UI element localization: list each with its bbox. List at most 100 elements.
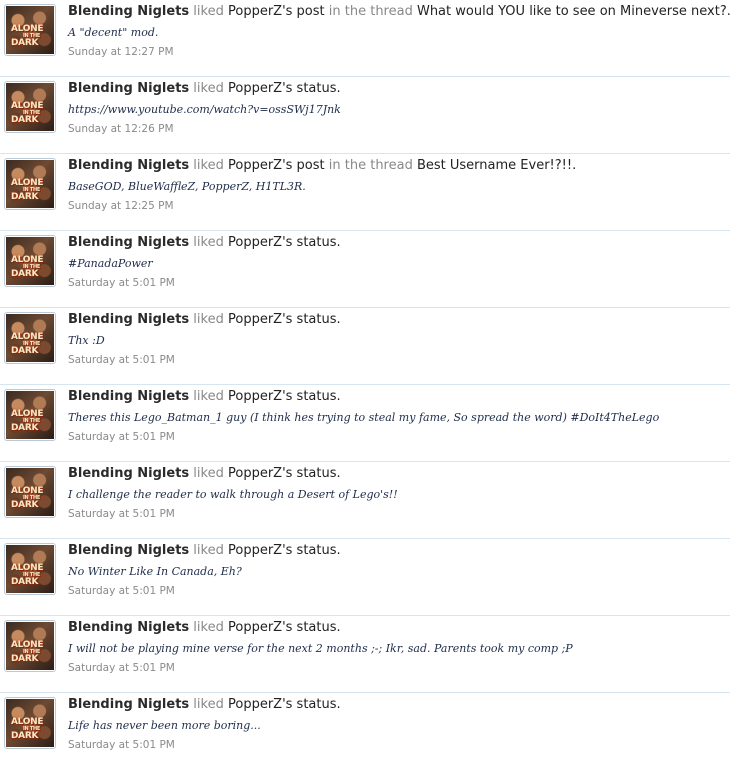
content-link[interactable]: PopperZ's status. <box>228 389 341 404</box>
timestamp: Saturday at 5:01 PM <box>68 585 175 597</box>
username-link[interactable]: Blending Niglets <box>68 466 189 481</box>
activity-line: Blending Niglets liked PopperZ's status. <box>68 620 341 635</box>
content-link[interactable]: PopperZ's post <box>228 4 325 19</box>
content-link[interactable]: PopperZ's status. <box>228 312 341 327</box>
avatar-logo: ALONE IN THE DARK <box>11 640 44 664</box>
timestamp: Saturday at 5:01 PM <box>68 662 175 674</box>
action-verb: liked <box>193 620 224 635</box>
avatar-image: ALONE IN THE DARK <box>6 160 54 208</box>
avatar-image: ALONE IN THE DARK <box>6 6 54 54</box>
feed-item: ALONE IN THE DARK Blending Niglets liked… <box>0 385 730 462</box>
content-snippet: I will not be playing mine verse for the… <box>68 642 573 655</box>
avatar-logo: ALONE IN THE DARK <box>11 486 44 510</box>
content-snippet: Thx :D <box>68 334 105 347</box>
username-link[interactable]: Blending Niglets <box>68 235 189 250</box>
content-snippet: Theres this Lego_Batman_1 guy (I think h… <box>68 411 660 424</box>
action-verb: liked <box>193 81 224 96</box>
avatar-image: ALONE IN THE DARK <box>6 237 54 285</box>
avatar[interactable]: ALONE IN THE DARK <box>4 235 56 287</box>
username-link[interactable]: Blending Niglets <box>68 620 189 635</box>
content-snippet: #PanadaPower <box>68 257 153 270</box>
activity-line: Blending Niglets liked PopperZ's status. <box>68 312 341 327</box>
avatar[interactable]: ALONE IN THE DARK <box>4 466 56 518</box>
username-link[interactable]: Blending Niglets <box>68 543 189 558</box>
avatar-logo: ALONE IN THE DARK <box>11 332 44 356</box>
activity-line: Blending Niglets liked PopperZ's status. <box>68 543 341 558</box>
content-snippet: A "decent" mod. <box>68 26 159 39</box>
avatar[interactable]: ALONE IN THE DARK <box>4 81 56 133</box>
avatar-image: ALONE IN THE DARK <box>6 545 54 593</box>
avatar-image: ALONE IN THE DARK <box>6 314 54 362</box>
timestamp: Saturday at 5:01 PM <box>68 354 175 366</box>
action-verb: liked <box>193 543 224 558</box>
feed-item: ALONE IN THE DARK Blending Niglets liked… <box>0 539 730 616</box>
activity-line: Blending Niglets liked PopperZ's post in… <box>68 4 731 19</box>
avatar[interactable]: ALONE IN THE DARK <box>4 312 56 364</box>
feed-item: ALONE IN THE DARK Blending Niglets liked… <box>0 0 731 77</box>
feed-item: ALONE IN THE DARK Blending Niglets liked… <box>0 154 730 231</box>
content-link[interactable]: PopperZ's post <box>228 158 325 173</box>
activity-line: Blending Niglets liked PopperZ's status. <box>68 235 341 250</box>
activity-line: Blending Niglets liked PopperZ's status. <box>68 697 341 712</box>
content-snippet: BaseGOD, BlueWaffleZ, PopperZ, H1TL3R. <box>68 180 306 193</box>
avatar-logo: ALONE IN THE DARK <box>11 409 44 433</box>
thread-link[interactable]: What would YOU like to see on Mineverse … <box>417 4 731 19</box>
avatar-logo: ALONE IN THE DARK <box>11 255 44 279</box>
feed-item: ALONE IN THE DARK Blending Niglets liked… <box>0 693 730 770</box>
avatar[interactable]: ALONE IN THE DARK <box>4 158 56 210</box>
content-link[interactable]: PopperZ's status. <box>228 543 341 558</box>
action-verb: liked <box>193 466 224 481</box>
avatar-logo: ALONE IN THE DARK <box>11 717 44 741</box>
avatar[interactable]: ALONE IN THE DARK <box>4 620 56 672</box>
action-verb: liked <box>193 697 224 712</box>
action-verb: liked <box>193 4 224 19</box>
feed-item: ALONE IN THE DARK Blending Niglets liked… <box>0 231 730 308</box>
feed-item: ALONE IN THE DARK Blending Niglets liked… <box>0 616 730 693</box>
content-link[interactable]: PopperZ's status. <box>228 697 341 712</box>
avatar-logo: ALONE IN THE DARK <box>11 24 44 48</box>
connector-text: in the thread <box>328 158 413 173</box>
feed-item: ALONE IN THE DARK Blending Niglets liked… <box>0 308 730 385</box>
timestamp: Sunday at 12:25 PM <box>68 200 174 212</box>
username-link[interactable]: Blending Niglets <box>68 697 189 712</box>
username-link[interactable]: Blending Niglets <box>68 81 189 96</box>
avatar-image: ALONE IN THE DARK <box>6 468 54 516</box>
avatar[interactable]: ALONE IN THE DARK <box>4 389 56 441</box>
activity-line: Blending Niglets liked PopperZ's status. <box>68 389 341 404</box>
username-link[interactable]: Blending Niglets <box>68 389 189 404</box>
avatar[interactable]: ALONE IN THE DARK <box>4 697 56 749</box>
avatar-image: ALONE IN THE DARK <box>6 391 54 439</box>
timestamp: Saturday at 5:01 PM <box>68 739 175 751</box>
avatar[interactable]: ALONE IN THE DARK <box>4 543 56 595</box>
content-snippet: I challenge the reader to walk through a… <box>68 488 398 501</box>
username-link[interactable]: Blending Niglets <box>68 158 189 173</box>
activity-line: Blending Niglets liked PopperZ's status. <box>68 466 341 481</box>
avatar-image: ALONE IN THE DARK <box>6 699 54 747</box>
timestamp: Sunday at 12:26 PM <box>68 123 174 135</box>
action-verb: liked <box>193 235 224 250</box>
content-link[interactable]: PopperZ's status. <box>228 235 341 250</box>
content-link[interactable]: PopperZ's status. <box>228 466 341 481</box>
content-link[interactable]: PopperZ's status. <box>228 81 341 96</box>
content-snippet: Life has never been more boring... <box>68 719 261 732</box>
timestamp: Saturday at 5:01 PM <box>68 431 175 443</box>
activity-line: Blending Niglets liked PopperZ's post in… <box>68 158 576 173</box>
feed-item: ALONE IN THE DARK Blending Niglets liked… <box>0 77 730 154</box>
username-link[interactable]: Blending Niglets <box>68 4 189 19</box>
avatar-logo: ALONE IN THE DARK <box>11 563 44 587</box>
content-snippet: https://www.youtube.com/watch?v=ossSWj17… <box>68 103 341 116</box>
action-verb: liked <box>193 312 224 327</box>
timestamp: Saturday at 5:01 PM <box>68 508 175 520</box>
content-link[interactable]: PopperZ's status. <box>228 620 341 635</box>
avatar-logo: ALONE IN THE DARK <box>11 178 44 202</box>
avatar[interactable]: ALONE IN THE DARK <box>4 4 56 56</box>
activity-line: Blending Niglets liked PopperZ's status. <box>68 81 341 96</box>
avatar-image: ALONE IN THE DARK <box>6 83 54 131</box>
timestamp: Sunday at 12:27 PM <box>68 46 174 58</box>
timestamp: Saturday at 5:01 PM <box>68 277 175 289</box>
avatar-logo: ALONE IN THE DARK <box>11 101 44 125</box>
action-verb: liked <box>193 389 224 404</box>
feed-item: ALONE IN THE DARK Blending Niglets liked… <box>0 462 730 539</box>
username-link[interactable]: Blending Niglets <box>68 312 189 327</box>
thread-link[interactable]: Best Username Ever!?!!. <box>417 158 576 173</box>
